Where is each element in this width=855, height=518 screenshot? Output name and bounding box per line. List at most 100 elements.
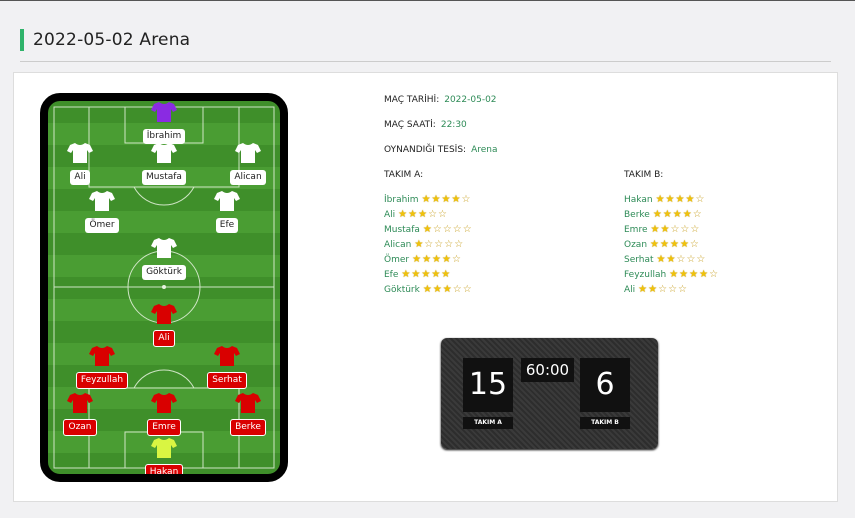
star-filled-icon: ★ [398, 209, 408, 220]
scoreboard-label-a: TAKIM A [463, 417, 513, 429]
star-filled-icon: ★ [675, 194, 685, 205]
roster-player-name: Ali [384, 210, 396, 220]
roster-player: Mustafa ★☆☆☆☆ [384, 222, 473, 237]
roster-player-name: Feyzullah [624, 270, 667, 280]
rating-stars: ★★★★☆ [656, 194, 706, 205]
star-empty-icon: ☆ [676, 254, 686, 265]
star-filled-icon: ★ [442, 284, 452, 295]
shirt-icon [214, 191, 240, 211]
shirt-icon [151, 304, 177, 324]
match-venue-label: OYNANDIĞI TESİS: [384, 145, 467, 155]
pitch-player-name: Berke [230, 419, 266, 436]
star-filled-icon: ★ [432, 284, 442, 295]
roster-player: Ali ★★☆☆☆ [624, 282, 719, 297]
star-empty-icon: ☆ [424, 239, 434, 250]
star-filled-icon: ★ [451, 194, 461, 205]
rating-stars: ★★★★☆ [412, 254, 462, 265]
star-filled-icon: ★ [650, 224, 660, 235]
star-empty-icon: ☆ [695, 194, 705, 205]
star-empty-icon: ☆ [709, 269, 719, 280]
star-empty-icon: ☆ [686, 254, 696, 265]
rating-stars: ★★★★☆ [650, 239, 700, 250]
shirt-icon [235, 143, 261, 163]
star-empty-icon: ☆ [438, 209, 448, 220]
shirt-icon [151, 393, 177, 413]
shirt-icon [151, 238, 177, 258]
pitch-player-name: Emre [147, 419, 181, 436]
star-filled-icon: ★ [401, 269, 411, 280]
pitch-player-top-3[interactable]: Alican [203, 142, 280, 185]
star-filled-icon: ★ [666, 254, 676, 265]
roster-player: Serhat ★★☆☆☆ [624, 252, 719, 267]
star-filled-icon: ★ [422, 224, 432, 235]
pitch-player-name: Ozan [63, 419, 97, 436]
pitch-player-bottom-5[interactable]: Berke [203, 392, 280, 436]
star-filled-icon: ★ [685, 194, 695, 205]
rating-stars: ★★☆☆☆ [650, 224, 701, 235]
star-filled-icon: ★ [422, 284, 432, 295]
pitch-player-bottom-4[interactable]: Emre [119, 392, 209, 436]
pitch-player-top-5[interactable]: Efe [182, 190, 272, 233]
pitch-player-name: Ömer [85, 218, 119, 233]
star-filled-icon: ★ [441, 194, 451, 205]
pitch-player-name: Ali [70, 170, 90, 185]
pitch-player-top-4[interactable]: Ömer [57, 190, 147, 233]
star-empty-icon: ☆ [680, 224, 690, 235]
rating-stars: ★★★★☆ [421, 194, 472, 205]
score-team-b: 6 [580, 358, 630, 412]
pitch-player-name: Alican [230, 170, 266, 185]
star-filled-icon: ★ [421, 194, 431, 205]
star-filled-icon: ★ [441, 269, 451, 280]
star-filled-icon: ★ [679, 239, 689, 250]
shirt-icon [67, 143, 93, 163]
pitch-player-bottom-1[interactable]: Feyzullah [57, 345, 147, 389]
roster-player: Efe ★★★★★ [384, 267, 473, 282]
roster-player-name: Göktürk [384, 285, 420, 295]
pitch-player-top-1[interactable]: Ali [48, 142, 125, 185]
pitch-player-bottom-3[interactable]: Ozan [48, 392, 125, 436]
star-empty-icon: ☆ [462, 224, 472, 235]
star-empty-icon: ☆ [658, 284, 668, 295]
star-filled-icon: ★ [660, 239, 669, 250]
star-empty-icon: ☆ [668, 284, 678, 295]
star-filled-icon: ★ [421, 269, 431, 280]
star-empty-icon: ☆ [690, 224, 700, 235]
star-filled-icon: ★ [650, 239, 659, 250]
team-a-header: TAKIM A: [384, 170, 424, 180]
roster-player-name: Mustafa [384, 225, 420, 235]
star-filled-icon: ★ [669, 239, 679, 250]
star-filled-icon: ★ [656, 254, 666, 265]
rating-stars: ★☆☆☆☆ [422, 224, 473, 235]
pitch-player-name: Hakan [144, 464, 184, 474]
star-empty-icon: ☆ [452, 224, 462, 235]
page-title: 2022-05-02 Arena [20, 29, 190, 51]
star-filled-icon: ★ [660, 224, 670, 235]
star-filled-icon: ★ [672, 209, 682, 220]
rating-stars: ★★☆☆☆ [638, 284, 688, 295]
shirt-icon [151, 143, 177, 163]
roster-player-name: Berke [624, 210, 650, 220]
pitch-player-name: Göktürk [142, 265, 186, 280]
rating-stars: ★★★☆☆ [422, 284, 473, 295]
pitch-player-bottom-6[interactable]: Hakan [119, 437, 209, 474]
pitch-player-top-0[interactable]: İbrahim [119, 101, 209, 144]
pitch-player-top-2[interactable]: Mustafa [119, 142, 209, 185]
pitch-player-bottom-2[interactable]: Serhat [182, 345, 272, 389]
star-empty-icon: ☆ [428, 209, 438, 220]
pitch-player-name: Serhat [207, 372, 247, 389]
star-empty-icon: ☆ [452, 284, 462, 295]
star-empty-icon: ☆ [434, 239, 444, 250]
roster-player: Berke ★★★★☆ [624, 207, 719, 222]
star-filled-icon: ★ [411, 269, 421, 280]
star-filled-icon: ★ [431, 269, 441, 280]
match-clock: 60:00 [521, 358, 574, 382]
match-time-value: 22:30 [440, 120, 467, 130]
star-filled-icon: ★ [414, 239, 424, 250]
match-venue-value: Arena [471, 145, 498, 155]
pitch-player-bottom-0[interactable]: Ali [119, 303, 209, 347]
team-b-roster: Hakan ★★★★☆ Berke ★★★★☆ Emre ★★☆☆☆ Ozan ★★★★☆ Se… [624, 192, 719, 297]
rating-stars: ★★★★☆ [653, 209, 703, 220]
star-empty-icon: ☆ [444, 239, 454, 250]
pitch-player-top-6[interactable]: Göktürk [119, 237, 209, 280]
rating-stars: ★★★☆☆ [398, 209, 448, 220]
